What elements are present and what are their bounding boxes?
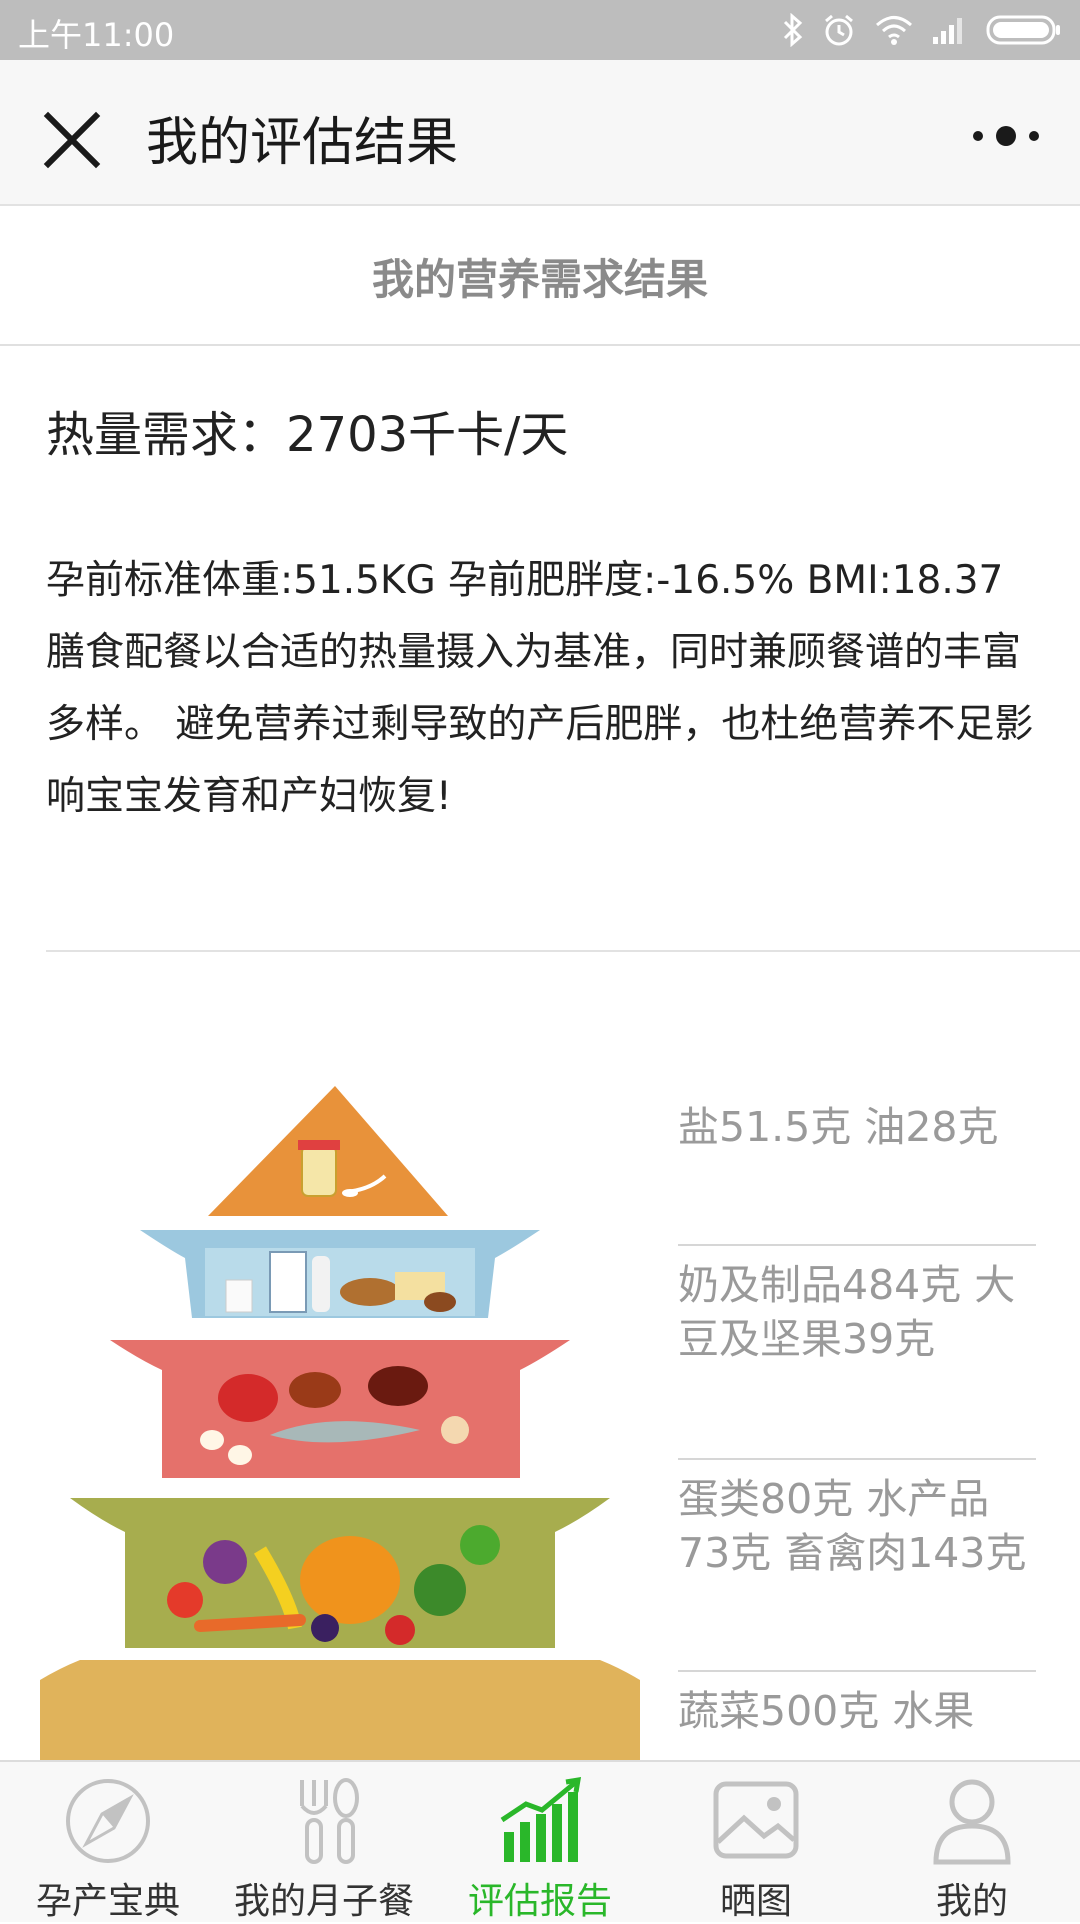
label-vegetables-fruit: 蔬菜500克 水果 (678, 1687, 975, 1735)
tab-label: 孕产宝典 (35, 1881, 180, 1922)
calorie-requirement: 热量需求：2703千卡/天 (46, 407, 569, 463)
section-title: 我的营养需求结果 (0, 206, 1080, 346)
tab-label: 晒图 (719, 1881, 792, 1922)
bluetooth-icon (783, 13, 803, 47)
bottom-tab-bar: 孕产宝典 我的月子餐 评估报告 晒图 我的 (0, 1760, 1080, 1922)
label-protein: 蛋类80克 水产品73克 畜禽肉143克 (678, 1475, 1027, 1577)
tab-my-meals[interactable]: 我的月子餐 (216, 1762, 432, 1922)
pyramid-tier-dairy (140, 1230, 540, 1318)
tab-label: 评估报告 (467, 1881, 612, 1922)
more-options-icon[interactable] (968, 116, 1048, 156)
tab-pregnancy-guide[interactable]: 孕产宝典 (0, 1762, 216, 1922)
signal-icon (933, 18, 962, 44)
assessment-description: 孕前标准体重:51.5KG 孕前肥胖度:-16.5% BMI:18.37 膳食配… (46, 558, 1034, 819)
compass-icon (66, 1779, 150, 1863)
tab-label: 我的月子餐 (233, 1881, 414, 1922)
tab-me[interactable]: 我的 (864, 1762, 1080, 1922)
tab-assessment-report[interactable]: 评估报告 (432, 1762, 648, 1922)
tab-photo-share[interactable]: 晒图 (648, 1762, 864, 1922)
food-pyramid-image (40, 1086, 640, 1760)
pyramid-tier-oil-salt (208, 1086, 448, 1216)
bar-chart-icon (500, 1776, 582, 1862)
status-icons (782, 8, 1062, 52)
cutlery-icon (300, 1778, 359, 1864)
status-bar: 上午11:00 (0, 0, 1080, 60)
page-title: 我的评估结果 (146, 113, 459, 173)
battery-icon (986, 15, 1060, 45)
status-time: 上午11:00 (18, 16, 175, 54)
person-icon (933, 1779, 1011, 1865)
label-dairy-nuts: 奶及制品484克 大豆及坚果39克 (678, 1261, 1016, 1363)
label-divider (678, 1244, 1036, 1246)
pyramid-tier-protein (110, 1340, 570, 1478)
label-divider (678, 1458, 1036, 1460)
pyramid-tier-vegetables (70, 1498, 610, 1648)
pyramid-tier-grains (40, 1660, 640, 1760)
label-oil-salt: 盐51.5克 油28克 (678, 1103, 999, 1151)
content-divider (46, 950, 1080, 952)
close-icon[interactable] (36, 104, 108, 176)
alarm-icon (825, 14, 853, 46)
picture-icon (713, 1781, 799, 1859)
tab-label: 我的 (935, 1881, 1008, 1922)
wifi-icon (876, 16, 912, 45)
title-bar: 我的评估结果 (0, 60, 1080, 206)
label-divider (678, 1670, 1036, 1672)
